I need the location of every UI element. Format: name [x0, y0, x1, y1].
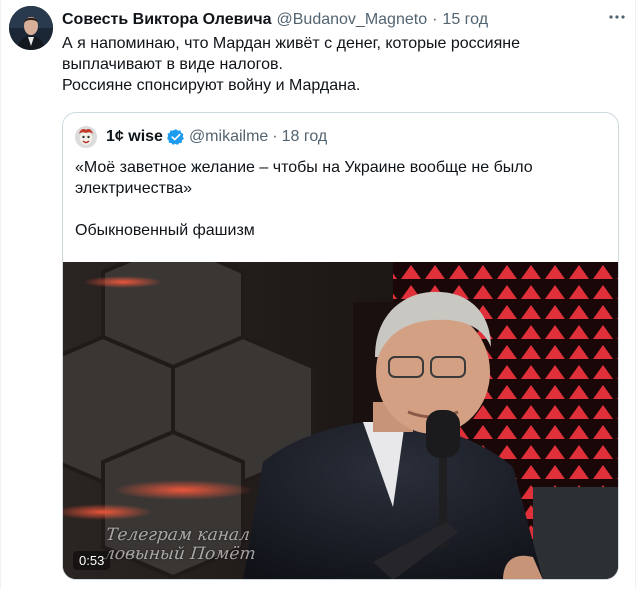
video-watermark: Телеграм канал ловыный Помёт	[103, 525, 259, 564]
quoted-handle[interactable]: @mikailme	[189, 128, 268, 146]
video-player[interactable]: Телеграм канал ловыный Помёт 0:53	[63, 262, 618, 579]
separator-dot: ·	[432, 11, 438, 28]
watermark-line: ловыный Помёт	[103, 544, 257, 564]
quoted-tweet-text: «Моё заветное желание – чтобы на Украине…	[75, 157, 605, 241]
quoted-tweet-header: 1¢ wise @mikailme · 18 год	[75, 125, 327, 149]
separator-dot: ·	[272, 128, 278, 145]
quoted-text-line: Обыкновенный фашизм	[75, 222, 255, 239]
watermark-line: Телеграм канал	[105, 525, 251, 545]
user-handle[interactable]: @Budanov_Magneto	[277, 11, 428, 29]
tweet-text-line: А я напоминаю, что Мардан живёт с денег,…	[62, 35, 521, 52]
verified-badge-icon	[166, 128, 185, 146]
quoted-text-line: электричества»	[75, 180, 193, 197]
quoted-text-line: «Моё заветное желание – чтобы на Украине…	[75, 159, 533, 176]
quoted-avatar	[75, 126, 97, 148]
tweet[interactable]: Совесть Виктора Олевича @Budanov_Magneto…	[0, 0, 636, 589]
quoted-timestamp[interactable]: 18 год	[282, 128, 328, 146]
more-horizontal-icon[interactable]	[607, 10, 627, 24]
display-name[interactable]: Совесть Виктора Олевича	[62, 11, 272, 29]
tweet-text-line: Россияне спонсируют войну и Мардана.	[62, 77, 361, 94]
tweet-text-line: выплачивают в виде налогов.	[62, 56, 283, 73]
tweet-header: Совесть Виктора Олевича @Budanov_Magneto…	[62, 9, 615, 31]
quoted-tweet[interactable]: 1¢ wise @mikailme · 18 год «Моё заветное…	[62, 112, 619, 580]
quoted-display-name[interactable]: 1¢ wise	[106, 128, 163, 146]
avatar[interactable]	[9, 6, 53, 50]
video-duration: 0:53	[73, 551, 111, 570]
timestamp[interactable]: 15 год	[442, 11, 488, 29]
tweet-text: А я напоминаю, что Мардан живёт с денег,…	[62, 33, 622, 96]
